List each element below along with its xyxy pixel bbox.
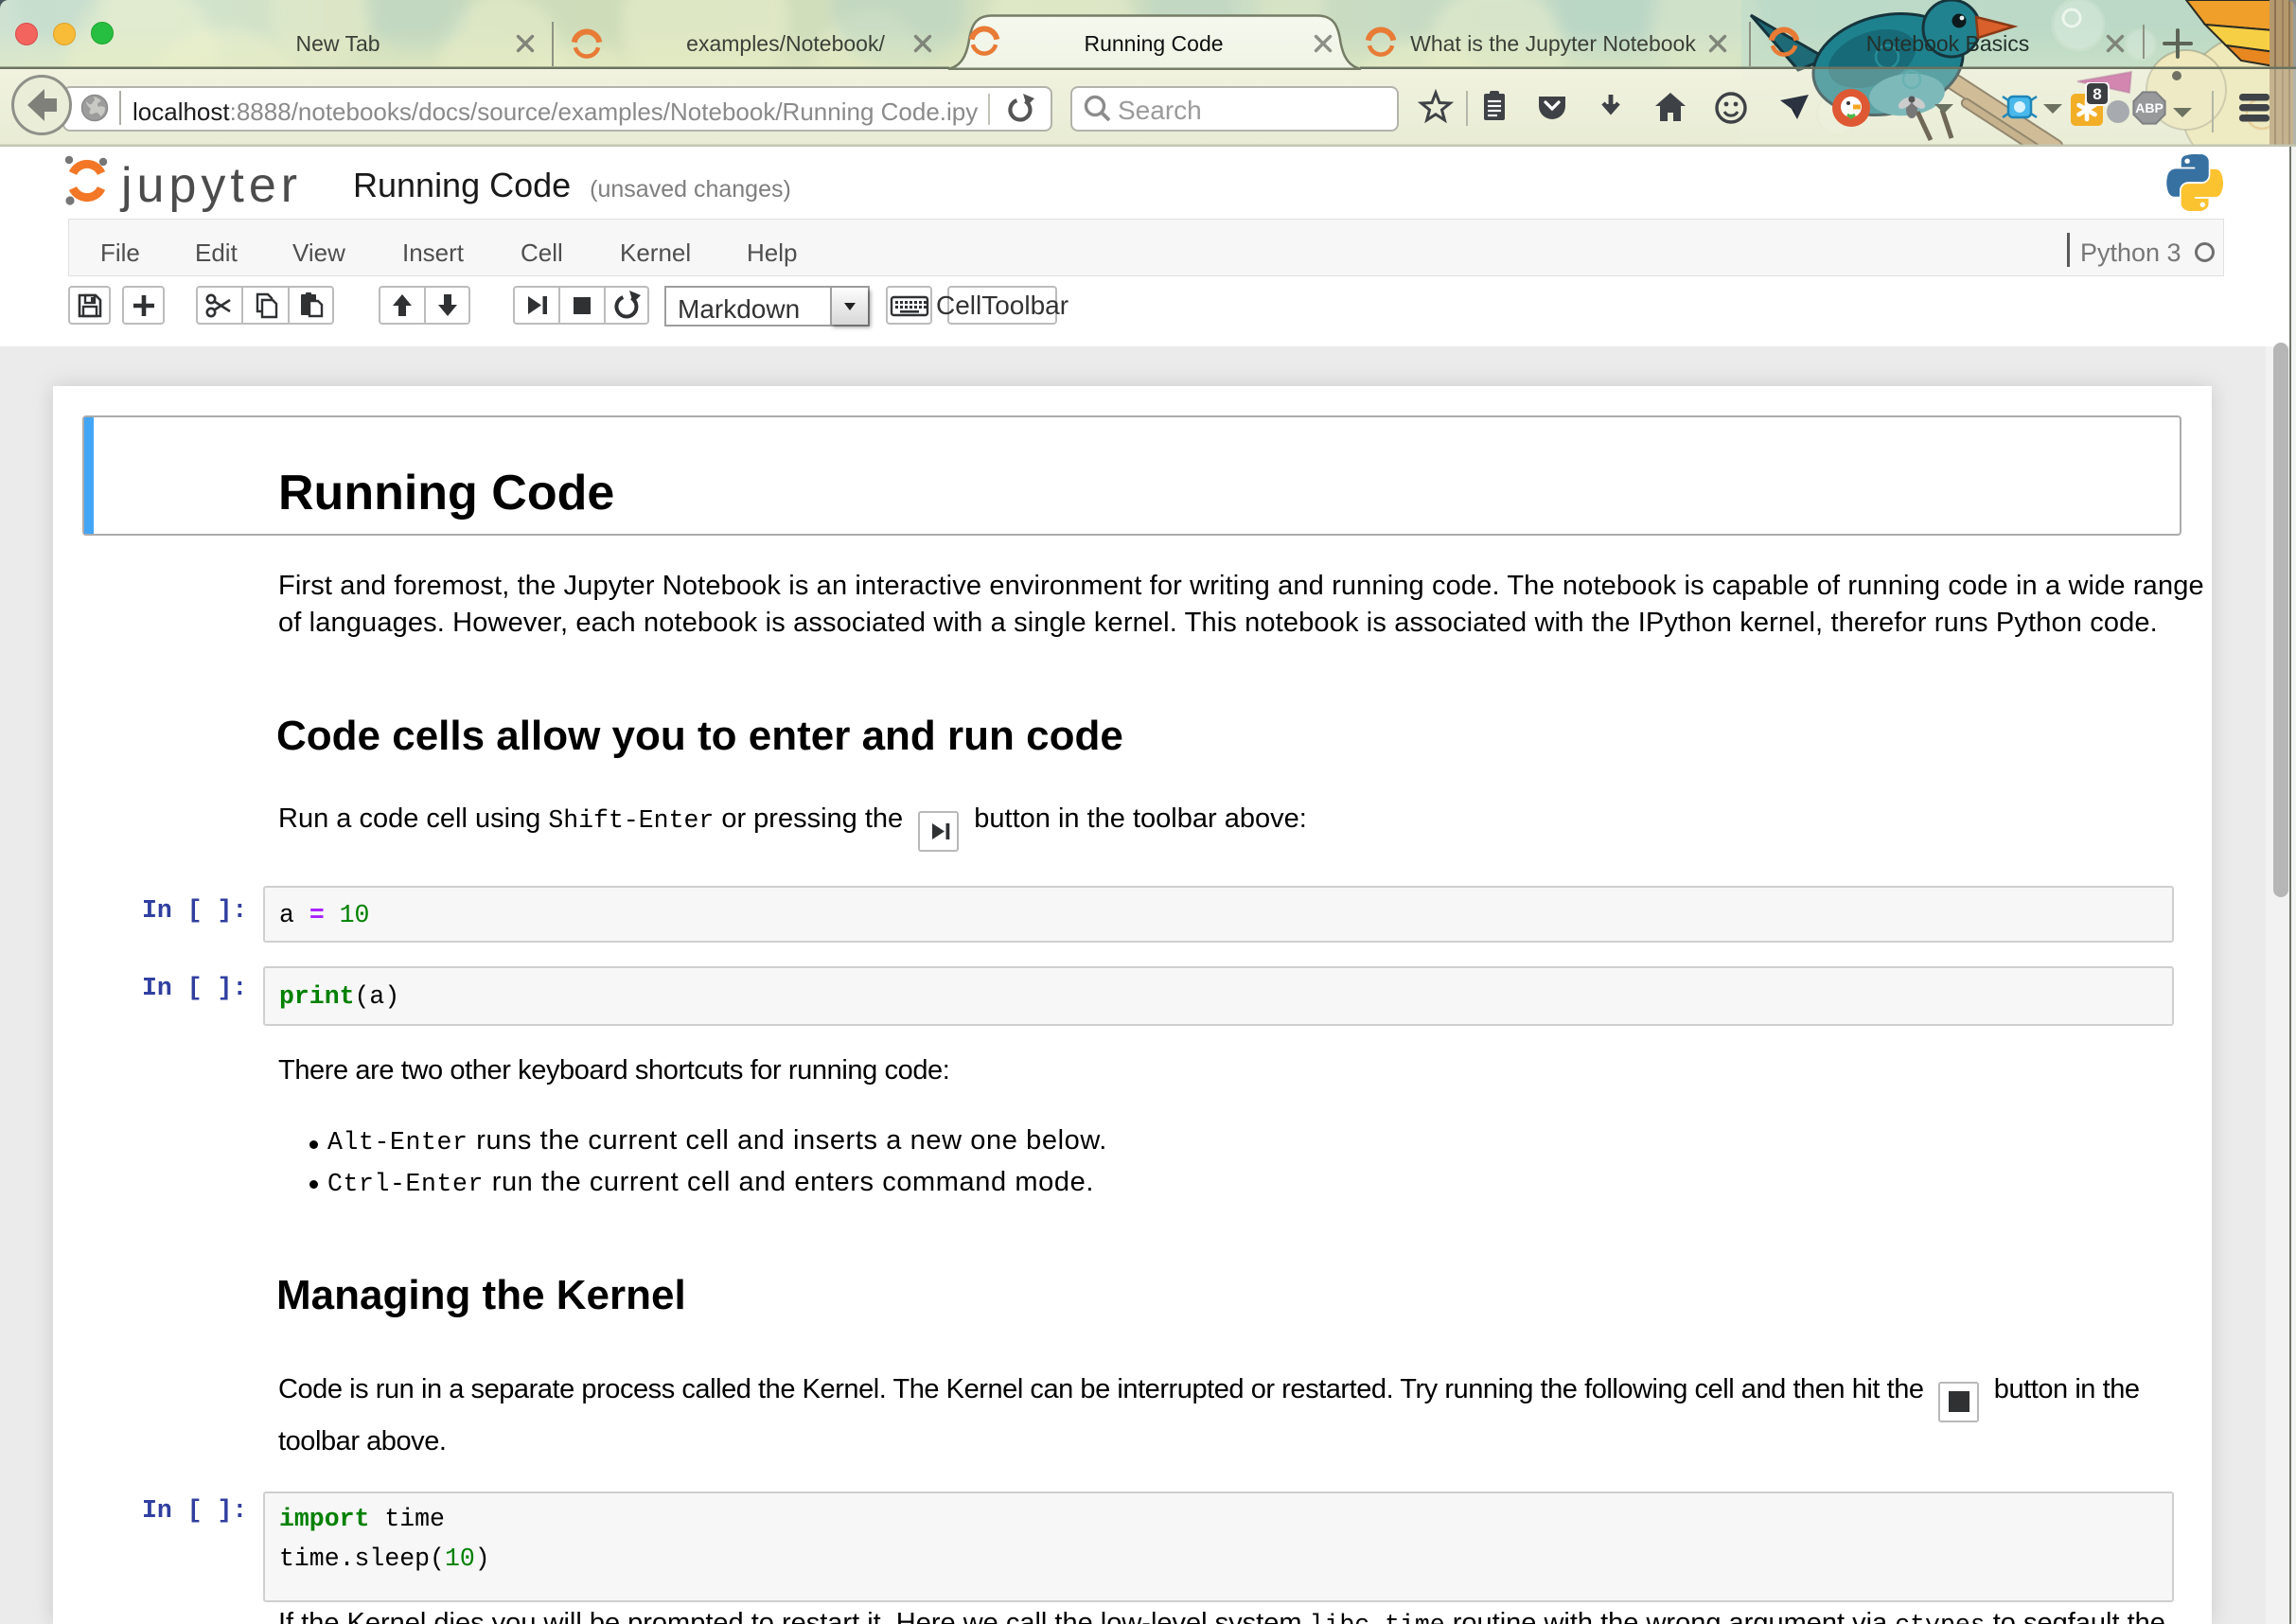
svg-text:8: 8 <box>2093 85 2101 103</box>
svg-text:ABP: ABP <box>2135 100 2164 115</box>
